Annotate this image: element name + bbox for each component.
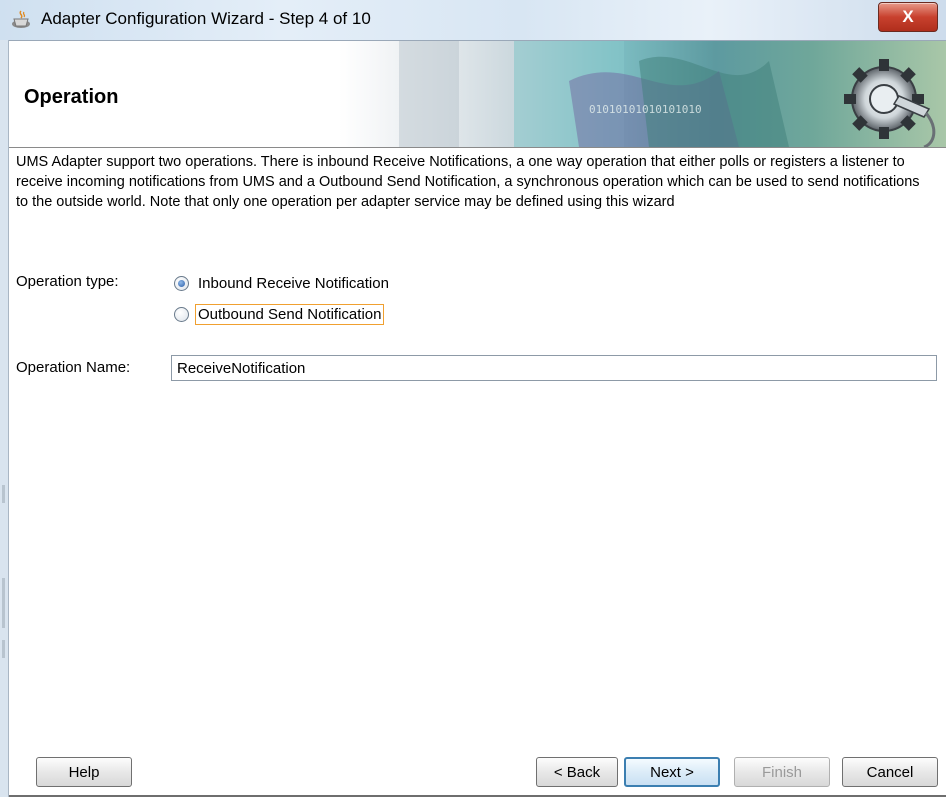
banner-graphic: 01010101010101010	[339, 41, 946, 147]
radio-label-outbound: Outbound Send Notification	[195, 304, 385, 325]
banner-binary-text: 01010101010101010	[589, 103, 702, 116]
back-button-label: < Back	[553, 763, 601, 781]
window-frame-left	[0, 40, 9, 797]
operation-name-field[interactable]	[171, 355, 937, 381]
radio-outbound-send[interactable]: Outbound Send Notification	[174, 304, 385, 325]
window-title: Adapter Configuration Wizard - Step 4 of…	[41, 9, 371, 28]
coffee-cup-icon	[12, 10, 30, 28]
radio-button-checked[interactable]	[174, 276, 189, 291]
title-bar: Adapter Configuration Wizard - Step 4 of…	[0, 0, 946, 41]
radio-button-unchecked[interactable]	[174, 307, 189, 322]
operation-description: UMS Adapter support two operations. Ther…	[16, 154, 920, 210]
next-button[interactable]: Next >	[624, 757, 720, 787]
frame-marker	[2, 485, 5, 503]
page-title: Operation	[24, 86, 119, 108]
help-button[interactable]: Help	[36, 757, 132, 787]
radio-inbound-receive[interactable]: Inbound Receive Notification	[174, 273, 392, 294]
next-button-label: Next >	[650, 763, 694, 781]
finish-button[interactable]: Finish	[734, 757, 830, 787]
close-icon: X	[902, 7, 914, 26]
help-button-label: Help	[68, 763, 100, 781]
operation-name-label: Operation Name:	[16, 359, 131, 376]
operation-type-label: Operation type:	[16, 273, 119, 290]
finish-button-label: Finish	[761, 763, 802, 781]
radio-label-inbound: Inbound Receive Notification	[198, 275, 389, 292]
frame-marker	[2, 640, 5, 658]
cancel-button[interactable]: Cancel	[842, 757, 938, 787]
wizard-header: Operation 01010101010101010	[9, 41, 946, 148]
frame-marker	[2, 578, 5, 628]
close-button[interactable]: X	[878, 2, 938, 32]
cancel-button-label: Cancel	[866, 763, 914, 781]
back-button[interactable]: < Back	[536, 757, 618, 787]
